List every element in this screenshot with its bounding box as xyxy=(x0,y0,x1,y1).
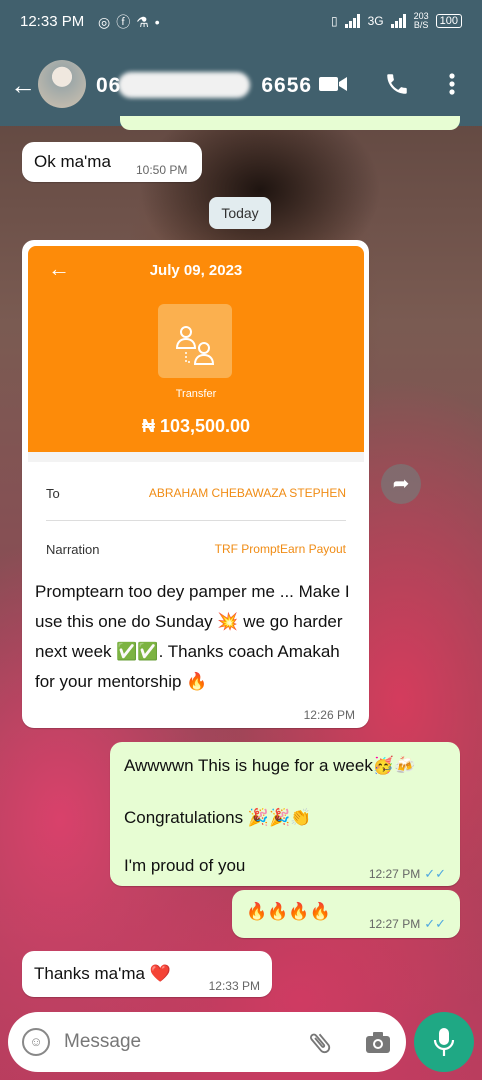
status-right: ▯ 3G 203 B/S 100 xyxy=(331,12,462,30)
message-line: I'm proud of you xyxy=(124,856,246,875)
transfer-label: Transfer xyxy=(175,388,217,400)
vibrate-icon: ▯ xyxy=(330,14,338,28)
status-time: 12:33 PM xyxy=(20,13,85,30)
video-call-icon[interactable] xyxy=(318,71,348,97)
message-text: Ok ma'ma xyxy=(34,152,111,171)
receipt-image[interactable]: ← July 09, 2023 Transfer ₦ 103,500.00 To… xyxy=(28,246,364,573)
message-time-status: 12:27 PM ✓✓ xyxy=(369,916,446,932)
receipt-narration-value: TRF PromptEarn Payout xyxy=(214,542,346,556)
double-check-icon: ✓✓ xyxy=(424,866,446,881)
receipt-date: July 09, 2023 xyxy=(149,262,243,279)
receipt-header: ← July 09, 2023 Transfer ₦ 103,500.00 xyxy=(28,246,364,452)
double-check-icon: ✓✓ xyxy=(424,916,446,931)
message-bubble-outgoing[interactable]: 🔥🔥🔥🔥 12:27 PM ✓✓ xyxy=(232,890,460,938)
notification-icons: ◎ⓕ⚗• xyxy=(98,12,166,32)
previous-outgoing-bubble-edge xyxy=(120,116,460,130)
receipt-divider xyxy=(46,520,346,521)
signal-icon xyxy=(344,14,360,28)
status-bar: 12:33 PM ◎ⓕ⚗• ▯ 3G 203 B/S 100 xyxy=(0,0,482,46)
message-time: 12:27 PM xyxy=(368,867,421,881)
receipt-message-bubble[interactable]: ← July 09, 2023 Transfer ₦ 103,500.00 To… xyxy=(22,240,369,728)
receipt-to-label: To xyxy=(46,486,60,501)
message-time-status: 12:27 PM ✓✓ xyxy=(369,866,446,882)
message-text: 🔥🔥🔥🔥 xyxy=(246,902,331,921)
message-text: Promptearn too dey pamper me ... Make I … xyxy=(35,582,350,691)
net-speed-unit: B/S xyxy=(413,20,429,30)
attach-icon[interactable] xyxy=(306,1029,334,1057)
emoji-icon[interactable]: ☺ xyxy=(22,1028,50,1056)
phone-icon[interactable] xyxy=(384,71,410,97)
message-time: 12:26 PM xyxy=(303,708,355,722)
receipt-to-value: ABRAHAM CHEBAWAZA STEPHEN xyxy=(148,486,346,500)
message-line: Congratulations 🎉🎉👏 xyxy=(124,808,312,827)
message-time: 12:27 PM xyxy=(368,917,421,931)
message-input-bar[interactable]: ☺ Message xyxy=(8,1012,406,1072)
message-bubble-incoming[interactable]: Ok ma'ma 10:50 PM xyxy=(22,142,202,182)
forward-icon[interactable]: ➦ xyxy=(381,464,421,504)
avatar[interactable] xyxy=(38,60,86,108)
message-bubble-outgoing[interactable]: Awwwwn This is huge for a week🥳🍻 Congrat… xyxy=(110,742,460,886)
redacted-contact-blur xyxy=(118,72,250,98)
message-line: Awwwwn This is huge for a week🥳🍻 xyxy=(124,756,416,775)
message-input[interactable]: Message xyxy=(64,1031,141,1053)
chat-header: ← 06 6656 xyxy=(0,46,482,126)
message-time: 12:33 PM xyxy=(208,979,260,993)
chat-messages[interactable]: Ok ma'ma 10:50 PM Today ← July 09, 2023 … xyxy=(0,116,482,1006)
message-text: Thanks ma'ma ❤️ xyxy=(34,964,171,983)
receipt-to-row: To ABRAHAM CHEBAWAZA STEPHEN xyxy=(46,486,346,501)
flask-icon: ⚗ xyxy=(136,14,155,30)
battery-indicator: 100 xyxy=(435,14,462,28)
dot-icon: • xyxy=(154,14,166,30)
receipt-narration-row: Narration TRF PromptEarn Payout xyxy=(46,542,346,557)
facebook-icon: ⓕ xyxy=(116,14,137,30)
network-type: 3G xyxy=(367,14,384,28)
back-arrow-icon[interactable]: ← xyxy=(10,70,36,101)
message-time: 10:50 PM xyxy=(136,163,188,177)
net-speed: 203 B/S xyxy=(414,12,429,30)
contact-name-suffix: 6656 xyxy=(261,74,313,97)
transfer-icon xyxy=(158,304,232,378)
receipt-narration-label: Narration xyxy=(46,542,100,557)
message-bubble-incoming[interactable]: Thanks ma'ma ❤️ 12:33 PM xyxy=(22,951,272,997)
receipt-separator xyxy=(28,452,364,462)
more-vert-icon[interactable] xyxy=(446,71,458,97)
date-chip: Today xyxy=(209,197,271,229)
mic-icon[interactable] xyxy=(414,1012,474,1072)
transfer-amount: ₦ 103,500.00 xyxy=(141,416,251,436)
notification-app-icon: ◎ xyxy=(98,14,117,30)
camera-icon[interactable] xyxy=(364,1030,392,1056)
signal-icon-2 xyxy=(390,14,406,28)
